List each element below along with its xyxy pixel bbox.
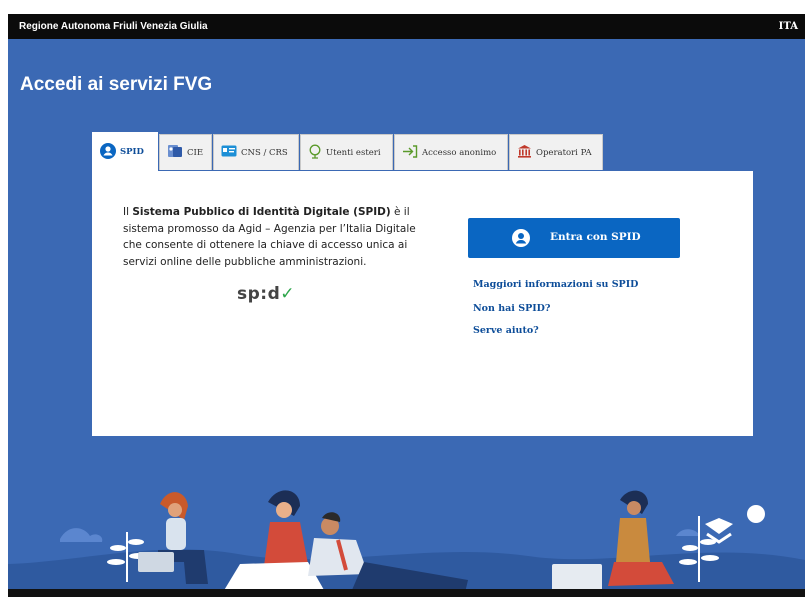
user-icon bbox=[512, 229, 530, 247]
tab-label: SPID bbox=[120, 147, 144, 157]
tab-label: CNS / CRS bbox=[241, 147, 288, 158]
card-icon bbox=[221, 145, 237, 160]
tab-label: CIE bbox=[187, 147, 204, 158]
tab-label: Operatori PA bbox=[536, 147, 592, 158]
tab-accesso-anonimo[interactable]: Accesso anonimo bbox=[394, 134, 508, 170]
language-selector[interactable]: ITA bbox=[779, 21, 798, 32]
building-icon bbox=[517, 144, 532, 161]
tab-cns-crs[interactable]: CNS / CRS bbox=[213, 134, 299, 170]
check-icon: ✓ bbox=[280, 284, 296, 304]
tab-label: Accesso anonimo bbox=[422, 147, 497, 158]
spid-description: Il Sistema Pubblico di Identità Digitale… bbox=[123, 206, 416, 268]
entra-con-spid-button[interactable]: Entra con SPID bbox=[468, 218, 680, 258]
tab-operatori-pa[interactable]: Operatori PA bbox=[509, 134, 603, 170]
link-maggiori-informazioni[interactable]: Maggiori informazioni su SPID bbox=[473, 279, 638, 290]
link-serve-aiuto[interactable]: Serve aiuto? bbox=[473, 325, 539, 336]
top-bar: Regione Autonoma Friuli Venezia Giulia I… bbox=[8, 14, 805, 39]
tab-cie[interactable]: CIE bbox=[159, 134, 212, 170]
user-circle-icon bbox=[100, 142, 116, 162]
spid-name: Sistema Pubblico di Identità Digitale (S… bbox=[132, 206, 391, 218]
bottom-bar bbox=[8, 589, 805, 597]
people-illustration bbox=[8, 490, 805, 597]
tab-utenti-esteri[interactable]: Utenti esteri bbox=[300, 134, 393, 170]
page: Regione Autonoma Friuli Venezia Giulia I… bbox=[8, 14, 805, 597]
tab-panel-spid: Il Sistema Pubblico di Identità Digitale… bbox=[92, 171, 753, 436]
globe-icon bbox=[308, 144, 322, 162]
login-arrow-icon bbox=[402, 144, 418, 161]
spid-logo: sp:d✓ bbox=[237, 284, 296, 304]
button-label: Entra con SPID bbox=[550, 231, 641, 243]
link-non-hai-spid[interactable]: Non hai SPID? bbox=[473, 303, 550, 314]
id-card-icon bbox=[167, 143, 183, 162]
page-title: Accedi ai servizi FVG bbox=[20, 74, 213, 95]
tab-label: Utenti esteri bbox=[326, 147, 381, 158]
region-name: Regione Autonoma Friuli Venezia Giulia bbox=[19, 21, 208, 32]
tab-spid[interactable]: SPID bbox=[92, 132, 158, 171]
